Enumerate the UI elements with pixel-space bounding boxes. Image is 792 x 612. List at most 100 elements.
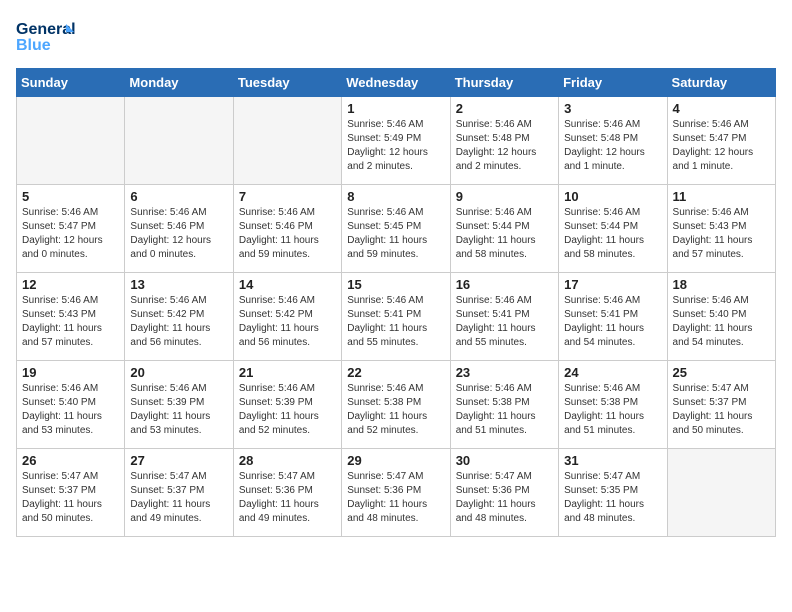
calendar-cell: 2 Sunrise: 5:46 AM Sunset: 5:48 PM Daylig…	[450, 97, 558, 185]
weekday-header-monday: Monday	[125, 69, 233, 97]
calendar-cell: 13 Sunrise: 5:46 AM Sunset: 5:42 PM Dayli…	[125, 273, 233, 361]
weekday-header-friday: Friday	[559, 69, 667, 97]
day-info: Sunrise: 5:47 AM Sunset: 5:36 PM Dayligh…	[239, 470, 336, 526]
calendar-cell: 3Sunrise: 5:46 AM Sunset: 5:48 PM Daylig…	[559, 97, 667, 185]
calendar-cell: 8 Sunrise: 5:46 AM Sunset: 5:45 PM Daylig…	[342, 185, 450, 273]
calendar-cell: 11Sunrise: 5:46 AM Sunset: 5:43 PM Dayli…	[667, 185, 775, 273]
calendar-cell: 16 Sunrise: 5:46 AM Sunset: 5:41 PM Dayli…	[450, 273, 558, 361]
calendar-cell: 17 Sunrise: 5:46 AM Sunset: 5:41 PM Dayli…	[559, 273, 667, 361]
week-row-3: 12Sunrise: 5:46 AM Sunset: 5:43 PM Dayli…	[17, 273, 776, 361]
day-info: Sunrise: 5:46 AM Sunset: 5:48 PM Dayligh…	[456, 118, 553, 174]
day-number: 18	[673, 277, 770, 292]
day-info: Sunrise: 5:46 AM Sunset: 5:41 PM Dayligh…	[564, 294, 661, 350]
day-number: 3	[564, 101, 661, 116]
day-info: Sunrise: 5:47 AM Sunset: 5:37 PM Dayligh…	[22, 470, 119, 526]
logo: GeneralBlue	[16, 16, 76, 56]
week-row-4: 19 Sunrise: 5:46 AM Sunset: 5:40 PM Dayli…	[17, 361, 776, 449]
day-number: 24	[564, 365, 661, 380]
day-info: Sunrise: 5:46 AM Sunset: 5:49 PM Dayligh…	[347, 118, 444, 174]
day-info: Sunrise: 5:46 AM Sunset: 5:42 PM Dayligh…	[239, 294, 336, 350]
day-info: Sunrise: 5:46 AM Sunset: 5:40 PM Dayligh…	[673, 294, 770, 350]
day-info: Sunrise: 5:46 AM Sunset: 5:46 PM Dayligh…	[239, 206, 336, 262]
day-number: 27	[130, 453, 227, 468]
weekday-header-thursday: Thursday	[450, 69, 558, 97]
calendar-cell: 6Sunrise: 5:46 AM Sunset: 5:46 PM Daylig…	[125, 185, 233, 273]
page-header: GeneralBlue	[16, 16, 776, 56]
day-info: Sunrise: 5:46 AM Sunset: 5:45 PM Dayligh…	[347, 206, 444, 262]
day-info: Sunrise: 5:47 AM Sunset: 5:37 PM Dayligh…	[673, 382, 770, 438]
calendar-cell: 23 Sunrise: 5:46 AM Sunset: 5:38 PM Dayli…	[450, 361, 558, 449]
calendar-cell	[667, 449, 775, 537]
day-number: 10	[564, 189, 661, 204]
day-number: 2	[456, 101, 553, 116]
day-number: 22	[347, 365, 444, 380]
calendar-cell: 5 Sunrise: 5:46 AM Sunset: 5:47 PM Daylig…	[17, 185, 125, 273]
calendar-cell: 19 Sunrise: 5:46 AM Sunset: 5:40 PM Dayli…	[17, 361, 125, 449]
calendar-cell: 10 Sunrise: 5:46 AM Sunset: 5:44 PM Dayli…	[559, 185, 667, 273]
calendar-cell	[125, 97, 233, 185]
day-number: 29	[347, 453, 444, 468]
weekday-header-tuesday: Tuesday	[233, 69, 341, 97]
day-number: 17	[564, 277, 661, 292]
day-info: Sunrise: 5:46 AM Sunset: 5:38 PM Dayligh…	[564, 382, 661, 438]
day-number: 7	[239, 189, 336, 204]
calendar-cell: 12Sunrise: 5:46 AM Sunset: 5:43 PM Dayli…	[17, 273, 125, 361]
day-number: 16	[456, 277, 553, 292]
day-info: Sunrise: 5:46 AM Sunset: 5:41 PM Dayligh…	[456, 294, 553, 350]
day-info: Sunrise: 5:46 AM Sunset: 5:38 PM Dayligh…	[347, 382, 444, 438]
day-info: Sunrise: 5:46 AM Sunset: 5:39 PM Dayligh…	[130, 382, 227, 438]
day-number: 8	[347, 189, 444, 204]
calendar-cell: 4Sunrise: 5:46 AM Sunset: 5:47 PM Daylig…	[667, 97, 775, 185]
day-info: Sunrise: 5:46 AM Sunset: 5:44 PM Dayligh…	[564, 206, 661, 262]
weekday-header-sunday: Sunday	[17, 69, 125, 97]
calendar-cell: 30Sunrise: 5:47 AM Sunset: 5:36 PM Dayli…	[450, 449, 558, 537]
calendar-cell: 25 Sunrise: 5:47 AM Sunset: 5:37 PM Dayli…	[667, 361, 775, 449]
day-info: Sunrise: 5:46 AM Sunset: 5:43 PM Dayligh…	[22, 294, 119, 350]
calendar-cell	[233, 97, 341, 185]
week-row-5: 26 Sunrise: 5:47 AM Sunset: 5:37 PM Dayli…	[17, 449, 776, 537]
day-number: 28	[239, 453, 336, 468]
week-row-2: 5 Sunrise: 5:46 AM Sunset: 5:47 PM Daylig…	[17, 185, 776, 273]
day-number: 20	[130, 365, 227, 380]
calendar-cell: 14 Sunrise: 5:46 AM Sunset: 5:42 PM Dayli…	[233, 273, 341, 361]
day-info: Sunrise: 5:46 AM Sunset: 5:41 PM Dayligh…	[347, 294, 444, 350]
calendar-table: SundayMondayTuesdayWednesdayThursdayFrid…	[16, 68, 776, 537]
calendar-cell: 20 Sunrise: 5:46 AM Sunset: 5:39 PM Dayli…	[125, 361, 233, 449]
day-number: 25	[673, 365, 770, 380]
calendar-cell: 1 Sunrise: 5:46 AM Sunset: 5:49 PM Daylig…	[342, 97, 450, 185]
day-number: 1	[347, 101, 444, 116]
calendar-cell: 7 Sunrise: 5:46 AM Sunset: 5:46 PM Daylig…	[233, 185, 341, 273]
day-info: Sunrise: 5:46 AM Sunset: 5:42 PM Dayligh…	[130, 294, 227, 350]
calendar-cell: 18 Sunrise: 5:46 AM Sunset: 5:40 PM Dayli…	[667, 273, 775, 361]
day-number: 13	[130, 277, 227, 292]
day-info: Sunrise: 5:47 AM Sunset: 5:35 PM Dayligh…	[564, 470, 661, 526]
day-number: 15	[347, 277, 444, 292]
day-number: 30	[456, 453, 553, 468]
calendar-cell: 27 Sunrise: 5:47 AM Sunset: 5:37 PM Dayli…	[125, 449, 233, 537]
day-number: 26	[22, 453, 119, 468]
calendar-cell: 15 Sunrise: 5:46 AM Sunset: 5:41 PM Dayli…	[342, 273, 450, 361]
day-number: 31	[564, 453, 661, 468]
calendar-cell: 26 Sunrise: 5:47 AM Sunset: 5:37 PM Dayli…	[17, 449, 125, 537]
calendar-cell: 21Sunrise: 5:46 AM Sunset: 5:39 PM Dayli…	[233, 361, 341, 449]
day-info: Sunrise: 5:46 AM Sunset: 5:43 PM Dayligh…	[673, 206, 770, 262]
calendar-cell: 22 Sunrise: 5:46 AM Sunset: 5:38 PM Dayli…	[342, 361, 450, 449]
day-info: Sunrise: 5:47 AM Sunset: 5:37 PM Dayligh…	[130, 470, 227, 526]
day-info: Sunrise: 5:46 AM Sunset: 5:40 PM Dayligh…	[22, 382, 119, 438]
calendar-cell: 9Sunrise: 5:46 AM Sunset: 5:44 PM Daylig…	[450, 185, 558, 273]
day-number: 19	[22, 365, 119, 380]
svg-text:Blue: Blue	[16, 37, 51, 54]
day-info: Sunrise: 5:46 AM Sunset: 5:46 PM Dayligh…	[130, 206, 227, 262]
day-number: 23	[456, 365, 553, 380]
day-info: Sunrise: 5:46 AM Sunset: 5:47 PM Dayligh…	[22, 206, 119, 262]
weekday-header-wednesday: Wednesday	[342, 69, 450, 97]
calendar-cell	[17, 97, 125, 185]
day-number: 14	[239, 277, 336, 292]
day-number: 21	[239, 365, 336, 380]
day-number: 9	[456, 189, 553, 204]
weekday-header-row: SundayMondayTuesdayWednesdayThursdayFrid…	[17, 69, 776, 97]
day-info: Sunrise: 5:46 AM Sunset: 5:38 PM Dayligh…	[456, 382, 553, 438]
week-row-1: 1 Sunrise: 5:46 AM Sunset: 5:49 PM Daylig…	[17, 97, 776, 185]
calendar-cell: 29Sunrise: 5:47 AM Sunset: 5:36 PM Dayli…	[342, 449, 450, 537]
day-number: 5	[22, 189, 119, 204]
